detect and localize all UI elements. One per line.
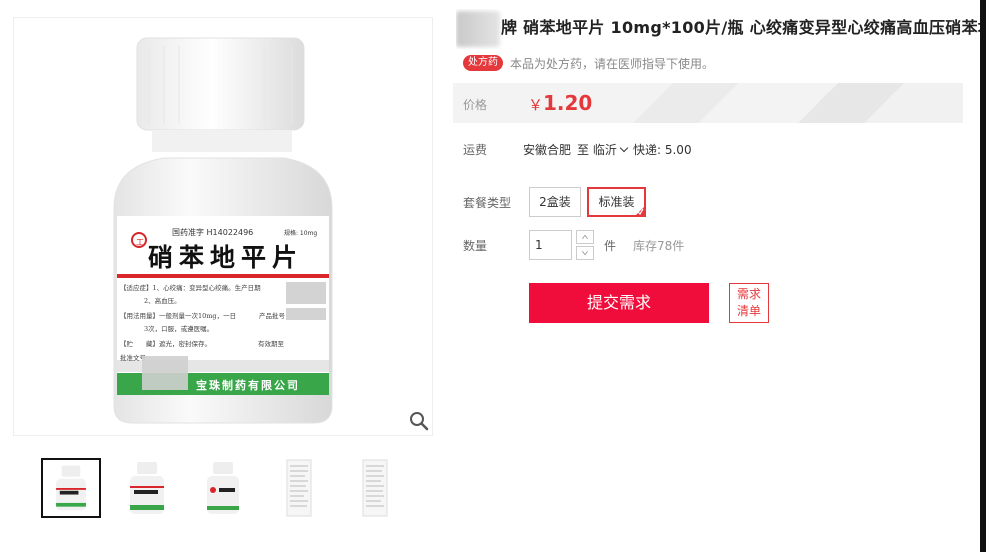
quantity-decrement-button[interactable] <box>576 246 594 260</box>
rx-note: 本品为处方药，请在医师指导下使用。 <box>510 56 715 71</box>
thumbnail-2[interactable] <box>117 458 177 518</box>
label-indication-1: 【适应症】1、心绞痛：变异型心绞痛。生产日期 <box>120 283 261 292</box>
svg-text:工: 工 <box>136 238 144 247</box>
label-spec: 规格: 10mg <box>284 229 317 237</box>
package-option-standard[interactable]: 标准装 <box>587 187 646 217</box>
price-value: 1.20 <box>543 91 593 115</box>
quantity-increment-button[interactable] <box>576 230 594 244</box>
price-currency: ￥ <box>528 96 544 114</box>
thumbnail-1[interactable] <box>41 458 101 518</box>
product-main-image[interactable]: 工 国药准字 H14022496 规格: 10mg 硝苯地平片 【适应症】1、心… <box>13 17 433 436</box>
price-label: 价格 <box>463 98 488 112</box>
shipping-to-prefix: 至 <box>577 143 590 157</box>
thumbnail-3[interactable] <box>193 458 253 518</box>
chevron-down-icon <box>619 143 629 153</box>
label-storage: 【贮 藏】遮光，密封保存。 <box>120 339 211 348</box>
label-approval: 国药准字 H14022496 <box>172 227 253 237</box>
thumbnail-bottle-icon <box>130 462 164 514</box>
check-icon <box>637 208 644 215</box>
request-list-line1: 需求 <box>736 287 761 301</box>
shipping-destination-select[interactable]: 至 临沂 <box>577 141 629 158</box>
thumbnail-5[interactable] <box>345 458 405 518</box>
stock-count: 库存78件 <box>633 239 685 253</box>
zoom-icon[interactable] <box>408 410 430 432</box>
label-batch: 产品批号 <box>259 311 286 320</box>
shipping-from: 安徽合肥 <box>523 143 572 157</box>
package-label: 套餐类型 <box>463 196 512 210</box>
shipping-fee: 快递: 5.00 <box>633 143 692 157</box>
label-maker: 宝珠制药有限公司 <box>196 378 300 392</box>
request-list-line2: 清单 <box>736 304 761 318</box>
label-dosage-1: 【用法用量】一般剂量一次10mg，一日 <box>120 311 236 320</box>
shipping-to: 临沂 <box>592 143 617 157</box>
shipping-label: 运费 <box>463 143 488 157</box>
label-indication-2: 2、高血压。 <box>144 296 181 305</box>
package-option-label: 标准装 <box>598 195 635 209</box>
price-bar: 价格 ￥ 1.20 <box>453 83 963 123</box>
thumbnail-leaflet-icon <box>362 459 388 517</box>
decrement-icon <box>582 251 588 256</box>
submit-request-button[interactable]: 提交需求 <box>529 283 709 323</box>
quantity-label: 数量 <box>463 239 488 253</box>
thumbnail-bottle-side-icon <box>207 462 239 514</box>
quantity-unit: 件 <box>604 239 617 253</box>
rx-badge: 处方药 <box>463 55 503 71</box>
request-list-button[interactable]: 需求 清单 <box>729 283 769 323</box>
thumbnail-bottle-icon <box>56 465 86 511</box>
product-bottle-image: 工 国药准字 H14022496 规格: 10mg 硝苯地平片 【适应症】1、心… <box>113 37 333 424</box>
page-scrollbar[interactable] <box>980 0 986 552</box>
label-drug-name: 硝苯地平片 <box>148 243 303 272</box>
thumbnail-strip <box>41 458 421 518</box>
increment-icon <box>582 234 588 239</box>
label-expiry: 有效期至 <box>258 339 285 348</box>
thumbnail-4[interactable] <box>269 458 329 518</box>
package-option-2box[interactable]: 2盒装 <box>529 187 581 217</box>
product-title: 牌 硝苯地平片 10mg*100片/瓶 心绞痛变异型心绞痛高血压硝苯地平 <box>501 18 986 37</box>
thumbnail-leaflet-icon <box>286 459 312 517</box>
product-title-area: 牌 硝苯地平片 10mg*100片/瓶 心绞痛变异型心绞痛高血压硝苯地平 <box>456 9 986 49</box>
quantity-input[interactable] <box>529 230 572 260</box>
brand-blurred <box>456 11 500 47</box>
prescription-notice: 处方药 本品为处方药，请在医师指导下使用。 <box>463 54 714 72</box>
label-dosage-2: 3次，口服，或遵医嘱。 <box>144 324 213 333</box>
